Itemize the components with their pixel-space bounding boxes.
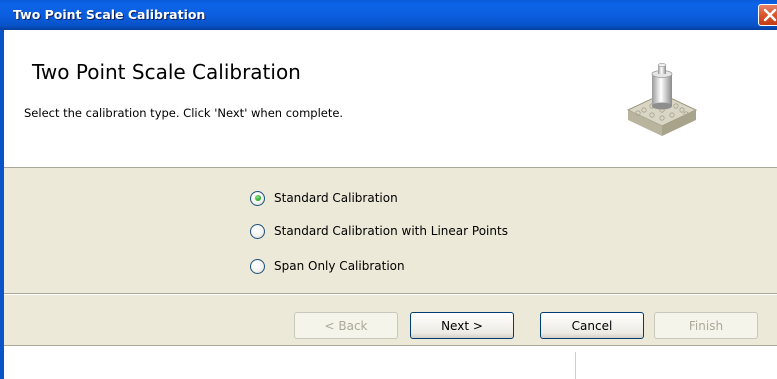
radio-standard-calibration[interactable]: Standard Calibration [250, 188, 398, 208]
status-area [4, 345, 777, 379]
wizard-window: Two Point Scale Calibration Two Point Sc… [0, 0, 777, 379]
radio-button[interactable] [250, 190, 265, 206]
close-button[interactable] [758, 4, 777, 26]
cancel-button[interactable]: Cancel [540, 312, 644, 339]
radio-button[interactable] [250, 223, 265, 239]
options-panel: Standard Calibration Standard Calibratio… [4, 169, 777, 293]
radio-standard-linear-points[interactable]: Standard Calibration with Linear Points [250, 221, 508, 241]
wizard-header: Two Point Scale Calibration Select the c… [4, 30, 777, 168]
close-icon [763, 8, 777, 22]
status-divider [575, 352, 576, 379]
scale-weight-icon [626, 63, 698, 136]
page-title: Two Point Scale Calibration [32, 60, 301, 84]
window-title: Two Point Scale Calibration [13, 7, 206, 22]
wizard-footer: < Back Next > Cancel Finish [4, 295, 777, 345]
next-button[interactable]: Next > [410, 312, 514, 339]
radio-span-only-calibration[interactable]: Span Only Calibration [250, 256, 405, 276]
back-button[interactable]: < Back [294, 312, 398, 339]
finish-button[interactable]: Finish [654, 312, 758, 339]
page-subtitle: Select the calibration type. Click 'Next… [24, 106, 344, 120]
radio-label: Standard Calibration [274, 191, 398, 205]
radio-label: Span Only Calibration [274, 259, 405, 273]
radio-button[interactable] [250, 258, 265, 274]
title-bar[interactable]: Two Point Scale Calibration [0, 0, 777, 30]
radio-label: Standard Calibration with Linear Points [274, 224, 508, 238]
